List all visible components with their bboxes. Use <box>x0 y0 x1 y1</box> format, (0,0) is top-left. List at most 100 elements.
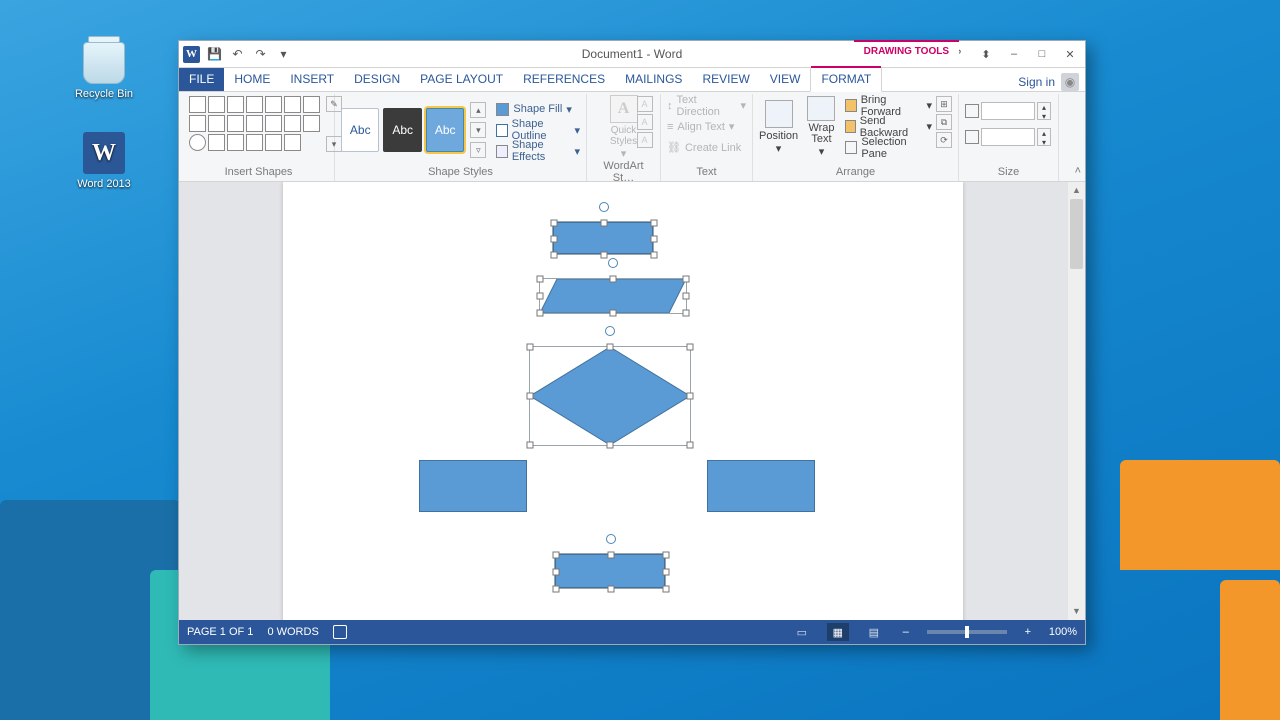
shape-fill-button[interactable]: Shape Fill▾ <box>496 100 580 119</box>
ribbon-display-button[interactable]: ⬍ <box>973 44 999 64</box>
shape-icon[interactable] <box>246 96 263 113</box>
view-web-layout[interactable]: ▤ <box>863 623 885 641</box>
qat-redo-button[interactable]: ↷ <box>252 46 269 63</box>
selection-handle[interactable] <box>601 252 608 259</box>
maximize-button[interactable]: □ <box>1029 44 1055 64</box>
tab-mailings[interactable]: MAILINGS <box>615 68 692 91</box>
shape-icon[interactable] <box>246 115 263 132</box>
selection-handle[interactable] <box>610 276 617 283</box>
rotation-handle[interactable] <box>608 258 618 268</box>
tab-page-layout[interactable]: PAGE LAYOUT <box>410 68 513 91</box>
zoom-slider[interactable] <box>927 630 1007 634</box>
zoom-in-button[interactable]: + <box>1021 625 1035 639</box>
align-button[interactable]: ⊞ <box>936 96 952 112</box>
shape-icon[interactable] <box>208 115 225 132</box>
selection-handle[interactable] <box>683 276 690 283</box>
shape-icon[interactable] <box>265 134 282 151</box>
shape-icon[interactable] <box>265 96 282 113</box>
shape-icon[interactable] <box>208 96 225 113</box>
selection-handle[interactable] <box>608 586 615 593</box>
selection-handle[interactable] <box>687 442 694 449</box>
selection-handle[interactable] <box>651 252 658 259</box>
view-read-mode[interactable]: ▭ <box>791 623 813 641</box>
shape-width-input[interactable] <box>981 128 1035 146</box>
selection-handle[interactable] <box>608 552 615 559</box>
style-preset-3-selected[interactable]: Abc <box>426 108 464 152</box>
selection-handle[interactable] <box>553 552 560 559</box>
zoom-level[interactable]: 100% <box>1049 626 1077 638</box>
selection-handle[interactable] <box>683 310 690 317</box>
user-avatar-icon[interactable]: ◉ <box>1061 73 1079 91</box>
style-preset-1[interactable]: Abc <box>341 108 379 152</box>
group-button[interactable]: ⧉ <box>936 114 952 130</box>
tab-design[interactable]: DESIGN <box>344 68 410 91</box>
rotation-handle[interactable] <box>599 202 609 212</box>
style-scroll-down[interactable]: ▾ <box>470 122 486 138</box>
qat-undo-button[interactable]: ↶ <box>229 46 246 63</box>
scroll-down-button[interactable]: ▼ <box>1068 603 1085 620</box>
tab-file[interactable]: FILE <box>179 68 224 91</box>
width-spinner[interactable]: ▴▾ <box>1037 128 1051 146</box>
titlebar[interactable]: W 💾 ↶ ↷ ▾ Document1 - Word DRAWING TOOLS… <box>179 41 1085 68</box>
scroll-up-button[interactable]: ▲ <box>1068 182 1085 199</box>
rotate-button[interactable]: ⟳ <box>936 132 952 148</box>
selection-handle[interactable] <box>551 252 558 259</box>
collapse-ribbon-button[interactable]: ˄ <box>1075 165 1081 177</box>
desktop-icon-recycle-bin[interactable]: Recycle Bin <box>64 42 144 100</box>
close-button[interactable]: ✕ <box>1057 44 1083 64</box>
shape-icon[interactable] <box>303 96 320 113</box>
wrap-text-button[interactable]: Wrap Text▾ <box>802 96 841 158</box>
selection-handle[interactable] <box>607 442 614 449</box>
height-spinner[interactable]: ▴▾ <box>1037 102 1051 120</box>
shape-icon[interactable] <box>284 115 301 132</box>
shape-icon[interactable] <box>284 96 301 113</box>
shape-height-input[interactable] <box>981 102 1035 120</box>
zoom-out-button[interactable]: – <box>899 625 913 639</box>
sign-in-link[interactable]: Sign in <box>1018 75 1055 89</box>
selection-handle[interactable] <box>610 310 617 317</box>
shape-oval-icon[interactable] <box>189 134 206 151</box>
selection-handle[interactable] <box>663 552 670 559</box>
position-button[interactable]: Position▾ <box>759 96 798 158</box>
style-scroll-up[interactable]: ▴ <box>470 102 486 118</box>
shape-icon[interactable] <box>208 134 225 151</box>
page-indicator[interactable]: PAGE 1 OF 1 <box>187 626 253 638</box>
selection-handle[interactable] <box>551 220 558 227</box>
rotation-handle[interactable] <box>606 534 616 544</box>
tab-references[interactable]: REFERENCES <box>513 68 615 91</box>
word-count[interactable]: 0 WORDS <box>267 626 318 638</box>
tab-review[interactable]: REVIEW <box>692 68 759 91</box>
flowchart-shape-decision-diamond[interactable] <box>530 347 690 445</box>
selection-handle[interactable] <box>551 236 558 243</box>
flowchart-shape-io-parallelogram[interactable] <box>540 279 686 313</box>
selection-handle[interactable] <box>527 393 534 400</box>
shape-icon[interactable] <box>227 96 244 113</box>
selection-handle[interactable] <box>553 586 560 593</box>
page[interactable] <box>283 182 963 620</box>
scroll-thumb[interactable] <box>1070 199 1083 269</box>
selection-handle[interactable] <box>537 310 544 317</box>
qat-customize-button[interactable]: ▾ <box>275 46 292 63</box>
shape-effects-button[interactable]: Shape Effects▾ <box>496 142 580 161</box>
flowchart-shape-process-right[interactable] <box>707 460 815 512</box>
selection-handle[interactable] <box>601 220 608 227</box>
minimize-button[interactable]: – <box>1001 44 1027 64</box>
document-area[interactable]: ▲ ▼ <box>179 182 1085 620</box>
shape-icon[interactable] <box>189 115 206 132</box>
tab-view[interactable]: VIEW <box>760 68 811 91</box>
macro-record-icon[interactable] <box>333 625 347 639</box>
selection-pane-button[interactable]: Selection Pane <box>845 138 932 157</box>
shape-icon[interactable] <box>246 134 263 151</box>
tab-home[interactable]: HOME <box>224 68 280 91</box>
shape-gallery[interactable] <box>189 96 320 151</box>
selection-handle[interactable] <box>651 236 658 243</box>
desktop-icon-word[interactable]: Word 2013 <box>64 132 144 190</box>
flowchart-shape-terminator-top[interactable] <box>553 222 653 254</box>
vertical-scrollbar[interactable]: ▲ ▼ <box>1068 182 1085 620</box>
selection-handle[interactable] <box>651 220 658 227</box>
shape-icon[interactable] <box>227 115 244 132</box>
tab-insert[interactable]: INSERT <box>280 68 344 91</box>
qat-save-button[interactable]: 💾 <box>206 46 223 63</box>
shape-icon[interactable] <box>284 134 301 151</box>
shape-rectangle-icon[interactable] <box>189 96 206 113</box>
